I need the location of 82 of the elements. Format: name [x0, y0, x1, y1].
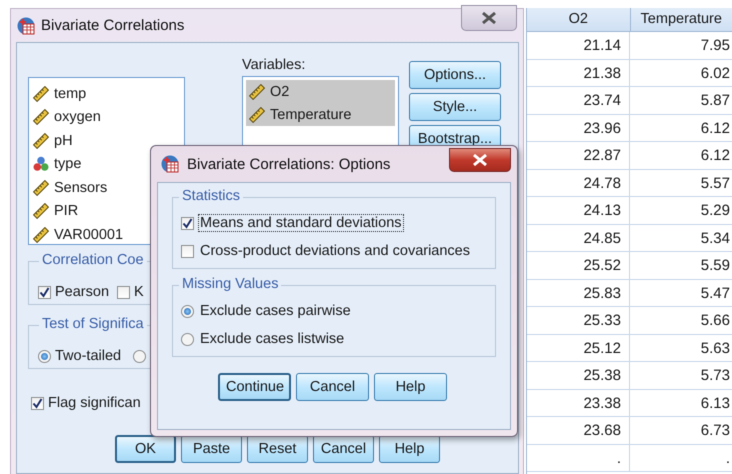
table-cell-text: 5.87	[700, 91, 731, 111]
table-cell-text: 5.73	[700, 366, 731, 386]
table-cell-text: 6.12	[700, 118, 731, 138]
table-cell: .	[527, 444, 630, 471]
option-label: Exclude cases pairwise	[199, 302, 352, 320]
table-cell: 24.85	[527, 224, 630, 251]
table-cell: 25.52	[527, 252, 630, 278]
variable-item[interactable]: PIR	[33, 200, 180, 223]
table-cell: 25.83	[527, 280, 630, 306]
checkbox[interactable]	[181, 244, 194, 258]
option-label: Cross-product deviations and covariances	[199, 242, 471, 260]
checkbox[interactable]	[31, 396, 44, 410]
close-button[interactable]	[461, 5, 518, 31]
dialog-button[interactable]: Cancel	[313, 435, 374, 463]
table-cell-text: 6.73	[700, 421, 731, 441]
variable-item[interactable]: oxygen	[33, 106, 180, 129]
dialog-button[interactable]: Help	[374, 373, 447, 401]
table-cell: 22.87	[527, 142, 630, 168]
close-icon	[480, 11, 498, 25]
variable-item[interactable]: Sensors	[33, 176, 180, 200]
option-label: Flag significan	[48, 395, 141, 411]
table-cell: 23.68	[527, 417, 630, 444]
close-button[interactable]	[449, 148, 511, 172]
dialog-button[interactable]: Reset	[247, 435, 308, 463]
column-header[interactable]: Temperature	[630, 8, 732, 31]
variable-item[interactable]: pH	[33, 129, 180, 152]
option-label: Pearson	[55, 284, 110, 300]
close-icon	[471, 153, 489, 167]
dialog-button[interactable]: Continue	[218, 373, 291, 401]
table-cell-text: 5.29	[700, 201, 731, 221]
table-cell-text: 6.13	[700, 394, 731, 414]
dialog-button[interactable]: Help	[379, 435, 440, 463]
table-cell: 23.74	[527, 87, 630, 114]
checkbox[interactable]	[181, 216, 194, 230]
table-cell: 21.38	[527, 60, 630, 86]
table-cell: 24.13	[527, 197, 630, 224]
option-label: Means and standard deviations	[198, 214, 404, 232]
table-cell: 23.96	[527, 114, 630, 141]
window-title: Bivariate Correlations	[41, 17, 184, 34]
table-cell-text: .	[724, 448, 731, 468]
table-cell: 21.14	[527, 32, 630, 58]
variable-item[interactable]: O2	[246, 80, 395, 103]
option-label: Two-tailed	[55, 348, 122, 364]
nominal-icon	[33, 156, 49, 172]
variable-item[interactable]: type	[33, 152, 180, 176]
window-title: Bivariate Correlations: Options	[187, 156, 390, 172]
dialog-button[interactable]: Cancel	[296, 373, 369, 401]
checkbox[interactable]	[38, 286, 51, 298]
radio-button[interactable]	[38, 350, 51, 362]
option-label: Exclude cases listwise	[199, 330, 346, 348]
variable-item[interactable]: VAR00001	[33, 223, 180, 246]
variable-item[interactable]: temp	[33, 82, 180, 106]
checkbox[interactable]	[117, 286, 130, 298]
table-cell-text: 5.59	[700, 256, 731, 276]
table-cell: 24.78	[527, 170, 630, 196]
table-cell-text: 6.02	[700, 64, 731, 84]
table-cell-text: 5.66	[700, 311, 731, 331]
radio-button[interactable]	[133, 350, 146, 362]
table-cell-text: 5.34	[700, 228, 731, 248]
dialog-button[interactable]: Style...	[409, 93, 501, 121]
table-cell-text: 5.57	[700, 174, 731, 194]
radio-button[interactable]	[181, 304, 194, 318]
dialog-button[interactable]: OK	[115, 435, 176, 463]
app-icon	[161, 155, 179, 173]
table-cell: 25.33	[527, 307, 630, 334]
table-cell: 25.12	[527, 334, 630, 361]
group-title: Missing Values	[179, 276, 282, 292]
group-title: Test of Significa	[39, 316, 147, 332]
variable-item[interactable]: Temperature	[246, 103, 395, 126]
table-cell-text: 6.12	[700, 146, 731, 166]
table-cell-text: 5.63	[700, 338, 731, 358]
dialog-button[interactable]: Paste	[181, 435, 242, 463]
dialog-button[interactable]: Options...	[409, 61, 501, 89]
table-cell: 25.38	[527, 362, 630, 388]
variables-label: Variables:	[242, 57, 306, 73]
app-icon	[17, 16, 35, 34]
table-cell-text: 5.47	[700, 284, 731, 304]
table-cell-text: 7.95	[700, 36, 731, 56]
option-label: K	[134, 284, 144, 300]
column-header[interactable]: O2	[527, 8, 630, 31]
table-cell: 23.38	[527, 390, 630, 416]
radio-button[interactable]	[181, 332, 194, 346]
